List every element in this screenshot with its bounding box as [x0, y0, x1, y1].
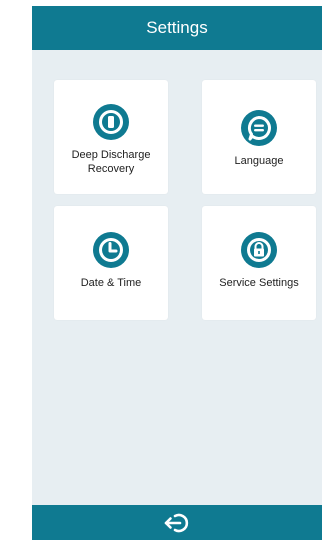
lock-icon — [241, 232, 277, 268]
service-settings-tile[interactable]: Service Settings — [202, 206, 316, 320]
battery-icon — [93, 104, 129, 140]
header-bar: Settings — [32, 6, 322, 50]
tile-label-date-time: Date & Time — [80, 277, 142, 289]
tile-label-deep-discharge-recovery: Deep Discharge Recovery — [71, 149, 151, 175]
speech-bubble-icon — [241, 110, 277, 146]
clock-icon — [93, 232, 129, 268]
deep-discharge-recovery-tile[interactable]: Deep Discharge Recovery — [54, 80, 168, 194]
back-button[interactable] — [162, 508, 192, 538]
tile-label-language: Language — [234, 155, 284, 167]
page-title: Settings — [146, 18, 208, 37]
footer-bar — [32, 505, 322, 540]
date-time-tile[interactable]: Date & Time — [54, 206, 168, 320]
settings-screen: Settings Deep Discharge Recovery Languag… — [32, 6, 322, 540]
tile-label-service-settings: Service Settings — [219, 277, 299, 289]
language-tile[interactable]: Language — [202, 80, 316, 194]
back-arrow-icon — [164, 513, 189, 532]
